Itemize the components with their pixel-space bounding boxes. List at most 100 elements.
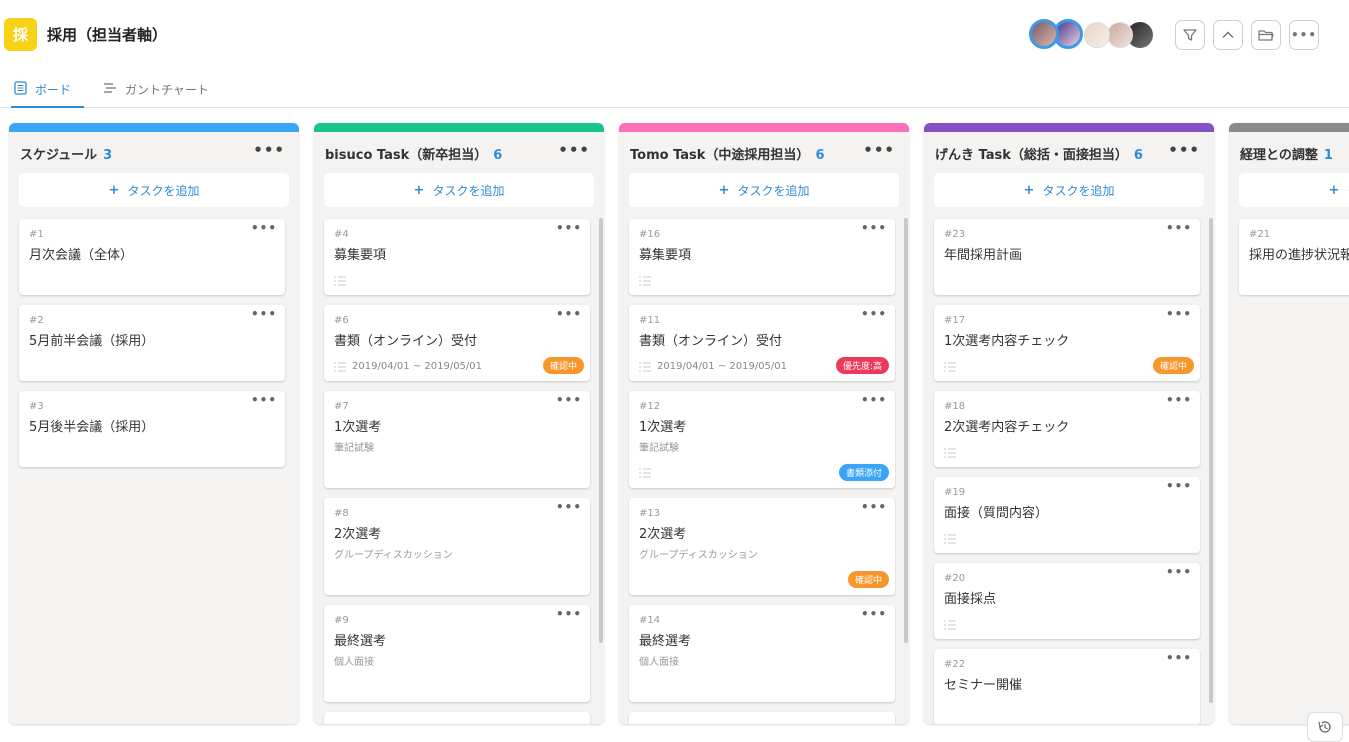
task-title: 月次会議（全体） (29, 248, 134, 263)
task-card[interactable]: ••• #2 5月前半会議（採用） (19, 305, 285, 381)
task-card[interactable]: ••• #22 セミナー開催 (934, 649, 1200, 724)
filter-button[interactable] (1175, 20, 1205, 50)
more-menu-button[interactable]: ••• (1289, 20, 1319, 50)
task-title: 募集要項 (334, 248, 387, 263)
avatar[interactable] (1084, 22, 1110, 48)
add-task-button[interactable]: +タスクを追加 (1239, 173, 1349, 207)
task-card[interactable] (629, 712, 895, 724)
task-card[interactable]: ••• #14 最終選考 個人面接 (629, 605, 895, 702)
card-more-button[interactable]: ••• (861, 393, 887, 407)
column-tomo: Tomo Task（中途採用担当） 6 ••• + タスクを追加 ••• #16 募… (619, 123, 909, 724)
task-number: #8 (334, 508, 349, 519)
card-more-button[interactable]: ••• (556, 307, 582, 321)
history-button[interactable] (1307, 712, 1343, 742)
column-count: 6 (493, 148, 503, 163)
card-more-button[interactable]: ••• (1166, 565, 1192, 579)
card-more-button[interactable]: ••• (1166, 479, 1192, 493)
card-more-button[interactable]: ••• (1166, 307, 1192, 321)
add-task-button[interactable]: +タスクを追加 (934, 173, 1204, 207)
avatar[interactable] (1029, 19, 1059, 49)
task-card[interactable]: ••• #1 月次会議（全体） (19, 219, 285, 295)
card-more-button[interactable]: ••• (861, 307, 887, 321)
column-title: スケジュール (20, 148, 98, 163)
card-more-button[interactable]: ••• (251, 393, 277, 407)
board-icon (14, 81, 27, 95)
task-card[interactable]: ••• #20 面接採点 (934, 563, 1200, 639)
task-number: #3 (29, 401, 44, 412)
column-more-button[interactable]: ••• (863, 141, 895, 159)
card-more-button[interactable]: ••• (861, 221, 887, 235)
task-card[interactable]: ••• #16 募集要項 (629, 219, 895, 295)
task-card[interactable]: ••• #13 2次選考 グループディスカッション 確認中 (629, 498, 895, 595)
task-subtitle: 筆記試験 (639, 443, 679, 454)
column-more-button[interactable]: ••• (558, 141, 590, 159)
task-number: #11 (639, 315, 661, 326)
column-header: げんき Task（総括・面接担当） 6 (935, 144, 1143, 163)
card-more-button[interactable]: ••• (861, 500, 887, 514)
folder-button[interactable] (1251, 20, 1281, 50)
column-scrollbar[interactable] (904, 218, 908, 643)
add-task-button[interactable]: +タスクを追加 (629, 173, 899, 207)
card-more-button[interactable]: ••• (556, 500, 582, 514)
collapse-button[interactable] (1213, 20, 1243, 50)
task-title: 書類（オンライン）受付 (334, 334, 478, 349)
task-card[interactable]: ••• #4 募集要項 (324, 219, 590, 295)
task-card[interactable]: ••• #8 2次選考 グループディスカッション (324, 498, 590, 595)
task-card[interactable] (324, 712, 590, 724)
task-date-range: 2019/04/01 ~ 2019/05/01 (657, 361, 788, 372)
plus-icon: + (1328, 182, 1340, 198)
card-more-button[interactable]: ••• (556, 607, 582, 621)
chevron-up-icon (1222, 31, 1234, 39)
column-scrollbar[interactable] (1209, 218, 1213, 703)
description-icon (944, 448, 956, 458)
tab-gantt[interactable]: ガントチャート (103, 78, 209, 108)
column-genki: げんき Task（総括・面接担当） 6 ••• + タスクを追加 ••• #23 年… (924, 123, 1214, 724)
task-number: #21 (1249, 229, 1271, 240)
card-more-button[interactable]: ••• (1166, 393, 1192, 407)
task-card[interactable]: ••• #7 1次選考 筆記試験 (324, 391, 590, 488)
priority-badge: 優先度:高 (835, 357, 889, 374)
task-card[interactable]: ••• #3 5月後半会議（採用） (19, 391, 285, 467)
task-card[interactable]: ••• #17 1次選考内容チェック 確認中 (934, 305, 1200, 381)
column-color-bar (1229, 123, 1349, 132)
column-title: げんき Task（総括・面接担当） (935, 148, 1128, 163)
task-number: #9 (334, 615, 349, 626)
task-title: 2次選考 (639, 527, 687, 542)
card-more-button[interactable]: ••• (861, 607, 887, 621)
task-number: #16 (639, 229, 661, 240)
member-avatars[interactable] (1029, 19, 1159, 51)
add-task-button[interactable]: +タスクを追加 (19, 173, 289, 207)
task-card[interactable]: ••• #23 年間採用計画 (934, 219, 1200, 295)
column-title: 経理との調整 (1240, 148, 1318, 163)
column-more-button[interactable]: ••• (253, 141, 285, 159)
task-card[interactable]: ••• #19 面接（質問内容） (934, 477, 1200, 553)
card-more-button[interactable]: ••• (1166, 221, 1192, 235)
card-more-button[interactable]: ••• (556, 393, 582, 407)
description-icon (944, 620, 956, 630)
card-more-button[interactable]: ••• (251, 307, 277, 321)
task-card[interactable]: ••• #9 最終選考 個人面接 (324, 605, 590, 702)
task-card[interactable]: ••• #18 2次選考内容チェック (934, 391, 1200, 467)
column-scrollbar[interactable] (599, 218, 603, 643)
card-more-button[interactable]: ••• (556, 221, 582, 235)
tab-board[interactable]: ボード (11, 78, 84, 108)
avatar[interactable] (1107, 22, 1133, 48)
task-card[interactable]: ••• #6 書類（オンライン）受付 2019/04/01 ~ 2019/05/… (324, 305, 590, 381)
task-title: 募集要項 (639, 248, 692, 263)
column-more-button[interactable]: ••• (1168, 141, 1200, 159)
task-title: 採用の進捗状況報告 (1249, 248, 1349, 263)
task-card[interactable]: ••• #21 採用の進捗状況報告 (1239, 219, 1349, 295)
tab-board-label: ボード (35, 83, 72, 97)
kanban-board: スケジュール 3 ••• + タスクを追加 ••• #1 月次会議（全体） ••• … (0, 108, 1349, 736)
plus-icon: + (1023, 182, 1035, 198)
card-more-button[interactable]: ••• (251, 221, 277, 235)
task-number: #18 (944, 401, 966, 412)
description-icon (944, 534, 956, 544)
task-card[interactable]: ••• #12 1次選考 筆記試験 書類添付 (629, 391, 895, 488)
status-badge: 確認中 (542, 357, 584, 374)
status-badge: 確認中 (1152, 357, 1194, 374)
card-more-button[interactable]: ••• (1166, 651, 1192, 665)
add-task-button[interactable]: +タスクを追加 (324, 173, 594, 207)
project-icon: 採 (4, 18, 37, 51)
task-card[interactable]: ••• #11 書類（オンライン）受付 2019/04/01 ~ 2019/05… (629, 305, 895, 381)
